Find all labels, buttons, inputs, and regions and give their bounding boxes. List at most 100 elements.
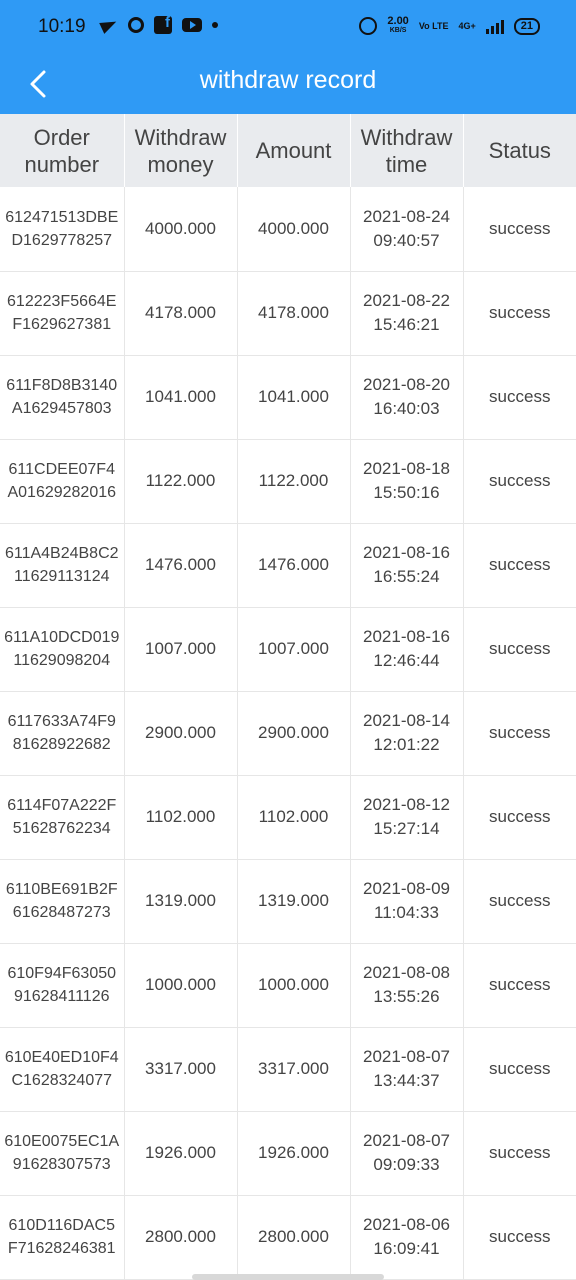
status-text: success: [463, 439, 576, 524]
withdraw-record-table: Order number Withdraw money Amount Withd…: [0, 114, 576, 1280]
table-row[interactable]: 611A4B24B8C211629113124 1476.000 1476.00…: [0, 523, 576, 608]
withdraw-clock: 09:09:33: [373, 1155, 440, 1174]
status-text: success: [463, 775, 576, 860]
table-row[interactable]: 611CDEE07F4A01629282016 1122.000 1122.00…: [0, 439, 576, 524]
column-header-withdraw-money: Withdraw money: [124, 114, 238, 187]
table-row[interactable]: 6114F07A222F51628762234 1102.000 1102.00…: [0, 775, 576, 860]
amount: 1041.000: [237, 355, 351, 440]
notification-icons: [100, 14, 218, 34]
order-number: 610D116DAC5F71628246381: [0, 1195, 125, 1280]
table-row[interactable]: 612223F5664EF1629627381 4178.000 4178.00…: [0, 271, 576, 356]
order-number: 612471513DBED1629778257: [0, 187, 125, 272]
telegram-icon: [100, 16, 118, 34]
table-row[interactable]: 611F8D8B3140A1629457803 1041.000 1041.00…: [0, 355, 576, 440]
withdraw-money: 4000.000: [124, 187, 238, 272]
withdraw-date: 2021-08-07: [363, 1131, 450, 1150]
withdraw-clock: 15:27:14: [373, 819, 440, 838]
table-header-row: Order number Withdraw money Amount Withd…: [0, 114, 576, 187]
withdraw-date: 2021-08-22: [363, 291, 450, 310]
amount: 1476.000: [237, 523, 351, 608]
withdraw-date: 2021-08-16: [363, 543, 450, 562]
withdraw-time: 2021-08-16 12:46:44: [350, 607, 464, 692]
withdraw-time: 2021-08-24 09:40:57: [350, 187, 464, 272]
withdraw-clock: 16:55:24: [373, 567, 440, 586]
amount: 2800.000: [237, 1195, 351, 1280]
table-row[interactable]: 6110BE691B2F61628487273 1319.000 1319.00…: [0, 859, 576, 944]
withdraw-money: 2800.000: [124, 1195, 238, 1280]
withdraw-money: 1122.000: [124, 439, 238, 524]
battery-level: 21: [520, 19, 533, 32]
withdraw-date: 2021-08-18: [363, 459, 450, 478]
amount: 1122.000: [237, 439, 351, 524]
withdraw-date: 2021-08-07: [363, 1047, 450, 1066]
withdraw-time: 2021-08-12 15:27:14: [350, 775, 464, 860]
withdraw-time: 2021-08-08 13:55:26: [350, 943, 464, 1028]
withdraw-time: 2021-08-14 12:01:22: [350, 691, 464, 776]
column-header-order-number: Order number: [0, 114, 125, 187]
withdraw-time: 2021-08-18 15:50:16: [350, 439, 464, 524]
table-row[interactable]: 611A10DCD01911629098204 1007.000 1007.00…: [0, 607, 576, 692]
amount: 1319.000: [237, 859, 351, 944]
status-right: 2.00 KB/S Vo LTE 4G+ 21: [359, 16, 540, 36]
withdraw-clock: 09:40:57: [373, 230, 440, 250]
status-text: success: [463, 691, 576, 776]
withdraw-money: 2900.000: [124, 691, 238, 776]
order-number: 6117633A74F981628922682: [0, 691, 125, 776]
opera-icon: [128, 17, 144, 33]
page-title: withdraw record: [199, 66, 377, 94]
table-row[interactable]: 610D116DAC5F71628246381 2800.000 2800.00…: [0, 1195, 576, 1280]
status-text: success: [463, 943, 576, 1028]
withdraw-date: 2021-08-16: [363, 627, 450, 646]
withdraw-date: 2021-08-24: [363, 206, 450, 226]
withdraw-clock: 11:04:33: [374, 903, 439, 922]
column-header-status: Status: [463, 114, 576, 187]
amount: 2900.000: [237, 691, 351, 776]
table-row[interactable]: 610E40ED10F4C1628324077 3317.000 3317.00…: [0, 1027, 576, 1112]
withdraw-time: 2021-08-07 09:09:33: [350, 1111, 464, 1196]
nav-bar: withdraw record: [0, 56, 576, 114]
status-text: success: [463, 187, 576, 272]
withdraw-money: 1319.000: [124, 859, 238, 944]
withdraw-date: 2021-08-14: [363, 711, 450, 730]
status-text: success: [463, 1195, 576, 1280]
home-indicator[interactable]: [192, 1274, 384, 1280]
withdraw-clock: 12:01:22: [373, 735, 440, 754]
withdraw-clock: 12:46:44: [373, 651, 440, 670]
amount: 4000.000: [237, 187, 351, 272]
withdraw-money: 1102.000: [124, 775, 238, 860]
withdraw-clock: 16:09:41: [373, 1239, 440, 1258]
order-number: 610E0075EC1A91628307573: [0, 1111, 125, 1196]
table-row[interactable]: 610E0075EC1A91628307573 1926.000 1926.00…: [0, 1111, 576, 1196]
amount: 1102.000: [237, 775, 351, 860]
table-body: 612471513DBED1629778257 4000.000 4000.00…: [0, 187, 576, 1280]
withdraw-clock: 16:40:03: [373, 399, 440, 418]
withdraw-date: 2021-08-20: [363, 375, 450, 394]
more-notifications-icon: [212, 22, 218, 28]
withdraw-date: 2021-08-12: [363, 795, 450, 814]
withdraw-time: 2021-08-22 15:46:21: [350, 271, 464, 356]
withdraw-date: 2021-08-06: [363, 1215, 450, 1234]
withdraw-money: 4178.000: [124, 271, 238, 356]
withdraw-money: 3317.000: [124, 1027, 238, 1112]
table-row[interactable]: 612471513DBED1629778257 4000.000 4000.00…: [0, 187, 576, 272]
status-bar: 10:19 2.00 KB/S Vo LTE 4G+ 21: [0, 0, 576, 56]
status-text: success: [463, 1111, 576, 1196]
amount: 1926.000: [237, 1111, 351, 1196]
status-text: success: [463, 607, 576, 692]
withdraw-time: 2021-08-09 11:04:33: [350, 859, 464, 944]
withdraw-clock: 13:55:26: [373, 987, 440, 1006]
status-text: success: [463, 859, 576, 944]
order-number: 611A10DCD01911629098204: [0, 607, 125, 692]
table-row[interactable]: 6117633A74F981628922682 2900.000 2900.00…: [0, 691, 576, 776]
facebook-icon: [154, 14, 172, 34]
order-number: 611F8D8B3140A1629457803: [0, 355, 125, 440]
withdraw-clock: 15:46:21: [373, 315, 440, 334]
alarm-icon: [359, 17, 378, 35]
order-number: 611CDEE07F4A01629282016: [0, 439, 125, 524]
withdraw-clock: 13:44:37: [373, 1071, 440, 1090]
signal-icon: [485, 18, 504, 34]
table-row[interactable]: 610F94F6305091628411126 1000.000 1000.00…: [0, 943, 576, 1028]
amount: 1000.000: [237, 943, 351, 1028]
status-text: success: [463, 1027, 576, 1112]
amount: 3317.000: [237, 1027, 351, 1112]
